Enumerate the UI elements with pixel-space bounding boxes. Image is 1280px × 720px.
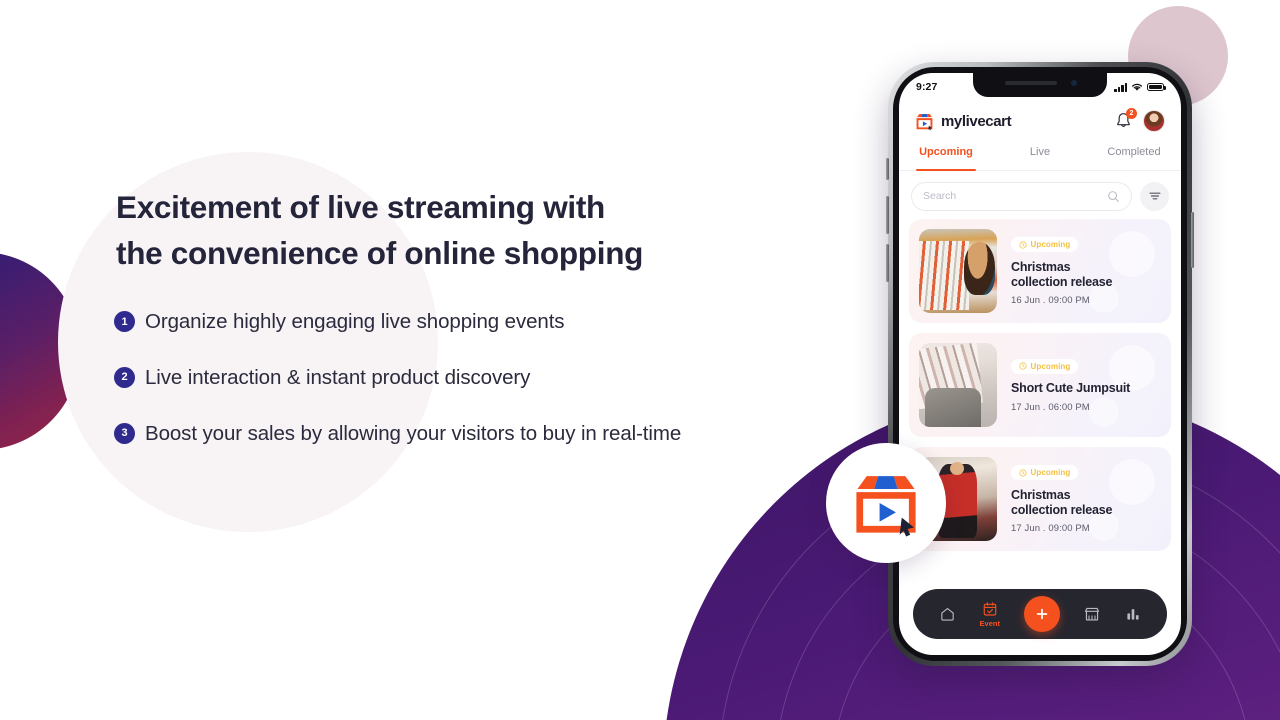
mylivecart-storefront-play-cursor-icon bbox=[856, 476, 916, 537]
status-badge-label: Upcoming bbox=[1030, 361, 1071, 371]
nav-item-label: Event bbox=[979, 618, 1000, 628]
floating-brand-badge bbox=[826, 443, 946, 563]
nav-item-analytics[interactable] bbox=[1125, 606, 1141, 622]
search-row: Search bbox=[911, 181, 1169, 211]
calendar-event-icon bbox=[983, 601, 997, 616]
event-title: Christmas collection release bbox=[1011, 259, 1113, 290]
front-camera-icon bbox=[1071, 80, 1077, 86]
bullet-number-badge: 2 bbox=[114, 366, 135, 388]
event-details: Upcoming Christmas collection release 17… bbox=[997, 464, 1113, 535]
app-header: mylivecart 2 bbox=[899, 101, 1181, 141]
clock-icon bbox=[1019, 362, 1027, 370]
headline-line-1: Excitement of live streaming with bbox=[116, 189, 605, 225]
filter-icon bbox=[1149, 192, 1160, 200]
event-thumbnail bbox=[919, 229, 997, 313]
store-icon bbox=[1085, 607, 1100, 621]
clock-icon bbox=[1019, 241, 1027, 249]
mylivecart-storefront-icon bbox=[916, 113, 933, 130]
avatar[interactable] bbox=[1143, 110, 1165, 132]
event-status-tabs: Upcoming Live Completed bbox=[899, 143, 1181, 171]
event-time: 16 Jun . 09:00 PM bbox=[1011, 295, 1090, 307]
phone-notch bbox=[973, 73, 1107, 97]
phone-mockup: 9:27 mylivecart 2 Upcoming Live Complete… bbox=[886, 62, 1194, 666]
event-list[interactable]: Upcoming Christmas collection release 16… bbox=[909, 219, 1171, 583]
event-title: Christmas collection release bbox=[1011, 487, 1113, 518]
event-details: Upcoming Short Cute Jumpsuit 17 Jun . 06… bbox=[997, 357, 1130, 413]
event-title-line-1: Christmas bbox=[1011, 487, 1071, 502]
plus-icon bbox=[1036, 608, 1047, 620]
event-title-line-1: Christmas bbox=[1011, 259, 1071, 274]
search-input[interactable]: Search bbox=[911, 181, 1132, 211]
bullet-number-badge: 3 bbox=[114, 422, 135, 444]
event-title-line-1: Short Cute Jumpsuit bbox=[1011, 381, 1131, 396]
clock-icon bbox=[1019, 469, 1027, 477]
nav-item-store[interactable] bbox=[1083, 605, 1101, 623]
phone-power-button bbox=[1191, 212, 1194, 268]
event-title-line-2: collection release bbox=[1011, 502, 1113, 517]
search-placeholder: Search bbox=[923, 190, 957, 202]
search-icon bbox=[1108, 190, 1119, 202]
analytics-bars-icon bbox=[1127, 609, 1139, 620]
phone-volume-up-button bbox=[886, 196, 889, 234]
tab-completed[interactable]: Completed bbox=[1087, 143, 1181, 170]
nav-item-home[interactable] bbox=[939, 606, 956, 623]
event-time: 17 Jun . 09:00 PM bbox=[1011, 523, 1090, 535]
phone-screen: 9:27 mylivecart 2 Upcoming Live Complete… bbox=[899, 73, 1181, 655]
list-item: 2 Live interaction & instant product dis… bbox=[114, 362, 814, 395]
phone-mute-switch bbox=[886, 158, 889, 180]
event-title: Short Cute Jumpsuit bbox=[1011, 381, 1130, 396]
earpiece-speaker-icon bbox=[1005, 81, 1057, 85]
event-time: 17 Jun . 06:00 PM bbox=[1011, 401, 1090, 413]
tab-live[interactable]: Live bbox=[993, 143, 1087, 170]
list-item[interactable]: Upcoming Christmas collection release 16… bbox=[909, 219, 1171, 323]
create-event-button[interactable] bbox=[1023, 596, 1060, 632]
status-icons bbox=[1114, 82, 1166, 92]
bullet-text: Boost your sales by allowing your visito… bbox=[145, 421, 682, 445]
signal-bars-icon bbox=[1114, 82, 1127, 92]
bottom-navigation: Event bbox=[913, 589, 1167, 639]
status-badge: Upcoming bbox=[1011, 237, 1079, 253]
headline-line-2: the convenience of online shopping bbox=[116, 234, 644, 271]
status-time: 9:27 bbox=[916, 81, 938, 93]
battery-icon bbox=[1147, 82, 1166, 92]
feature-list: 1 Organize highly engaging live shopping… bbox=[114, 306, 814, 473]
page-title: Excitement of live streaming with the co… bbox=[116, 185, 796, 277]
list-item: 1 Organize highly engaging live shopping… bbox=[114, 306, 814, 339]
event-details: Upcoming Christmas collection release 16… bbox=[997, 236, 1113, 307]
home-icon bbox=[941, 607, 954, 621]
bullet-number-badge: 1 bbox=[114, 311, 135, 332]
status-badge: Upcoming bbox=[1011, 358, 1079, 374]
bullet-text: Live interaction & instant product disco… bbox=[145, 365, 531, 389]
tab-upcoming[interactable]: Upcoming bbox=[899, 143, 993, 171]
event-thumbnail bbox=[919, 343, 997, 427]
event-title-line-2: collection release bbox=[1011, 274, 1113, 289]
filter-button[interactable] bbox=[1140, 181, 1169, 211]
status-badge-label: Upcoming bbox=[1030, 468, 1071, 478]
list-item[interactable]: Upcoming Short Cute Jumpsuit 17 Jun . 06… bbox=[909, 333, 1171, 437]
bullet-text: Organize highly engaging live shopping e… bbox=[145, 310, 565, 333]
list-item[interactable]: Upcoming Christmas collection release 17… bbox=[909, 447, 1171, 551]
notification-count-badge: 2 bbox=[1126, 108, 1137, 119]
wifi-icon bbox=[1131, 83, 1143, 91]
phone-volume-down-button bbox=[886, 244, 889, 282]
brand-logo: mylivecart bbox=[915, 112, 1012, 131]
status-badge-label: Upcoming bbox=[1030, 240, 1071, 250]
list-item: 3 Boost your sales by allowing your visi… bbox=[114, 418, 814, 451]
status-badge: Upcoming bbox=[1011, 465, 1079, 481]
notification-bell-button[interactable]: 2 bbox=[1114, 108, 1137, 131]
header-actions: 2 bbox=[1114, 108, 1165, 132]
nav-item-event[interactable]: Event bbox=[980, 601, 1000, 628]
brand-name: mylivecart bbox=[941, 112, 1012, 130]
